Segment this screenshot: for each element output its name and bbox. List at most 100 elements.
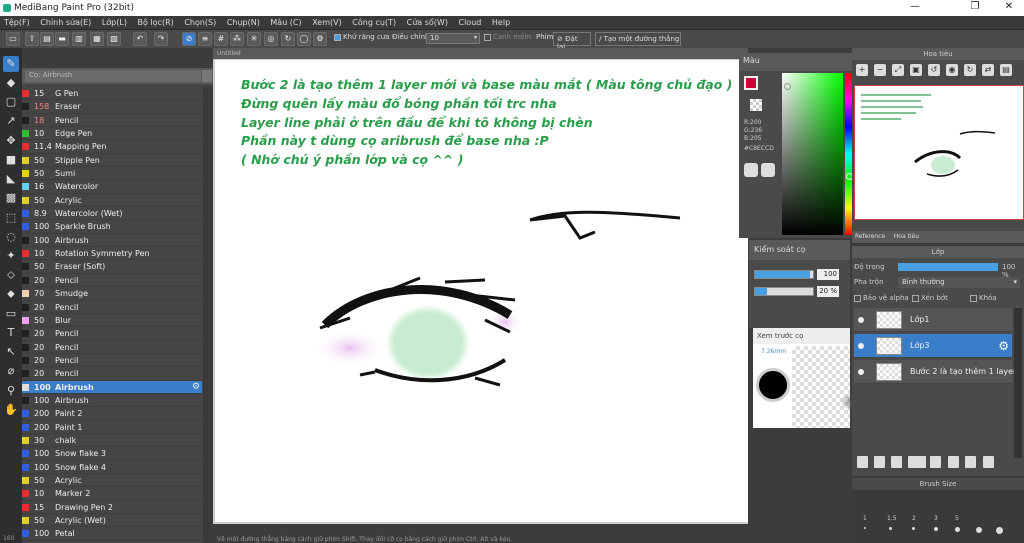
clipping-checkbox[interactable] [912, 294, 919, 302]
page-list-icon[interactable]: ▦ [90, 32, 104, 46]
brush-size-option[interactable]: 2 [912, 515, 916, 522]
brush-item[interactable]: 100 Airbrush ⚙ [22, 380, 202, 394]
lock-checkbox[interactable] [970, 294, 977, 302]
snap-curve-icon[interactable]: ↻ [281, 32, 295, 46]
nav-zoom-in-icon[interactable]: + [856, 64, 868, 76]
brush-size-option[interactable]: 3 [934, 515, 938, 522]
layer-row[interactable]: Bước 2 là tạo thêm 1 layer [854, 360, 1016, 384]
brush-item[interactable]: 10 Rotation Symmetry Pen [22, 247, 202, 261]
snap-radial-icon[interactable]: ✳ [247, 32, 261, 46]
maximize-button[interactable]: ❐ [960, 1, 990, 12]
text-tool-icon[interactable]: T [3, 325, 19, 341]
brush-item[interactable]: 20 Pencil [22, 341, 202, 354]
layer-row[interactable]: Lớp1 [854, 308, 1012, 332]
brush-item[interactable]: 20 Pencil [22, 301, 202, 314]
nav-rotate-right-icon[interactable]: ↻ [964, 64, 976, 76]
nav-zoom-out-icon[interactable]: − [874, 64, 886, 76]
menu-edit[interactable]: Chỉnh sửa(E) [36, 16, 95, 29]
brush-item[interactable]: 20 Pencil [22, 327, 202, 341]
add-layer-menu-icon[interactable] [908, 456, 926, 468]
brush-size-dot[interactable] [976, 527, 982, 533]
snap-parallel-icon[interactable]: ≡ [198, 32, 212, 46]
line-tool-icon[interactable]: ↗ [3, 113, 19, 129]
panel-close-icon[interactable] [202, 70, 212, 82]
brush-item[interactable]: 70 Smudge [22, 287, 202, 301]
nav-flip-icon[interactable]: ⇄ [982, 64, 994, 76]
brush-tool-icon[interactable]: ✎ [3, 56, 19, 72]
color-history-icon[interactable] [761, 163, 775, 177]
redo-icon[interactable]: ↷ [154, 32, 168, 46]
brush-settings-icon[interactable]: ⚙ [192, 381, 200, 394]
dot-tool-icon[interactable]: ▢ [3, 94, 19, 110]
reset-button[interactable]: ⊘ Đặt lại [553, 32, 591, 51]
brush-item[interactable]: 200 Paint 2 [22, 407, 202, 421]
brush-item[interactable]: 50 Acrylic (Wet) [22, 514, 202, 528]
snap-circle-icon[interactable]: ◎ [264, 32, 278, 46]
eraser-tool-icon[interactable]: ◆ [3, 75, 19, 91]
brush-size-option[interactable]: 1.5 [887, 515, 897, 522]
visibility-icon[interactable] [858, 369, 864, 375]
comment-icon[interactable]: ▤ [40, 32, 54, 46]
brush-item[interactable]: 100 Snow flake 3 [22, 447, 202, 461]
brush-item[interactable]: 18 Pencil [22, 114, 202, 128]
snap-vanish-icon[interactable]: ⁂ [230, 32, 244, 46]
add-halftone-layer-icon[interactable] [874, 456, 885, 468]
menu-window[interactable]: Cửa sổ(W) [403, 16, 452, 29]
color-picker-icon[interactable]: ⚲ [3, 383, 19, 399]
magic-wand-icon[interactable]: ✦ [3, 248, 19, 264]
correction-checkbox[interactable] [484, 33, 491, 41]
color-cursor[interactable] [784, 83, 791, 90]
divide-tool-icon[interactable]: ▭ [3, 306, 19, 322]
menu-help[interactable]: Help [488, 16, 514, 29]
operation-tool-icon[interactable]: ↖ [3, 344, 19, 360]
open-icon[interactable]: ⇪ [25, 32, 39, 46]
clipping-toggle[interactable]: Xén bớt [912, 294, 948, 302]
brush-list-scrollbar[interactable] [203, 87, 213, 543]
brush-size-dot[interactable] [889, 527, 892, 530]
brush-item[interactable]: 15 Drawing Pen 2 [22, 501, 202, 514]
brush-item[interactable]: 50 Acrylic [22, 194, 202, 208]
create-line-button[interactable]: / Tạo một đường thẳng [595, 32, 681, 46]
close-button[interactable]: ✕ [994, 1, 1024, 12]
brush-item[interactable]: 20 Pencil [22, 367, 202, 381]
secondary-color-swatch[interactable] [750, 99, 762, 111]
brush-item[interactable]: 20 Pencil [22, 274, 202, 288]
add-8bit-layer-icon[interactable] [891, 456, 902, 468]
brush-item[interactable]: 16 Watercolor [22, 180, 202, 194]
brush-size-option[interactable]: 1 [863, 515, 867, 522]
brush-item[interactable]: 10 Edge Pen [22, 127, 202, 141]
chat-icon[interactable]: ▬ [55, 32, 69, 46]
folder-icon[interactable] [930, 456, 941, 468]
menu-select[interactable]: Chọn(S) [180, 16, 220, 29]
snap-settings-icon[interactable]: ⚙ [313, 32, 327, 46]
layer-scrollbar[interactable] [1014, 308, 1022, 458]
nav-actual-size-icon[interactable]: ▣ [910, 64, 922, 76]
blend-mode-select[interactable]: Bình thường ▾ [898, 277, 1020, 288]
adjust-select[interactable]: 10 ▾ [426, 33, 480, 44]
brush-size-value[interactable]: 100 [817, 269, 839, 280]
brush-item[interactable]: 11.4 Mapping Pen [22, 140, 202, 154]
brush-size-dot[interactable] [934, 527, 938, 531]
brush-item[interactable]: 100 Petal [22, 527, 202, 541]
tab-reference[interactable]: Reference [852, 231, 888, 242]
primary-color-swatch[interactable] [744, 76, 758, 90]
brush-size-dot[interactable] [955, 527, 960, 532]
menu-view[interactable]: Xem(V) [308, 16, 346, 29]
menu-file[interactable]: Tệp(F) [0, 16, 34, 29]
brush-size-slider[interactable] [754, 270, 814, 279]
nav-settings-icon[interactable]: ▤ [1000, 64, 1012, 76]
brush-item[interactable]: 20 Pencil [22, 354, 202, 368]
menu-color[interactable]: Màu (C) [266, 16, 305, 29]
correction-toggle[interactable]: Canh mềm [484, 33, 531, 41]
nav-rotate-left-icon[interactable]: ↺ [928, 64, 940, 76]
brush-size-dot[interactable] [996, 527, 1003, 534]
brush-item[interactable]: 50 Acrylic [22, 474, 202, 488]
layer-settings-icon[interactable]: ⚙ [998, 339, 1009, 353]
delete-layer-icon[interactable] [983, 456, 994, 468]
visibility-icon[interactable] [858, 317, 864, 323]
snap-ellipse-icon[interactable]: ◯ [297, 32, 311, 46]
brush-item[interactable]: 50 Blur [22, 314, 202, 328]
tab-navigator[interactable]: Hoa tiêu [891, 231, 922, 242]
brush-item[interactable]: 10 Marker 2 [22, 487, 202, 501]
color-palette-icon[interactable] [744, 163, 758, 177]
